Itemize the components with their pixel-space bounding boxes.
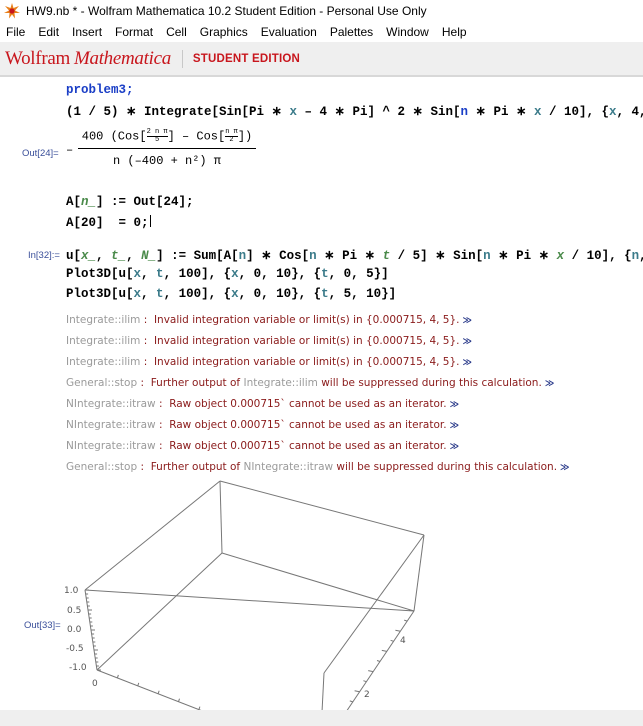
title-bar: HW9.nb * - Wolfram Mathematica 10.2 Stud… — [0, 0, 643, 22]
brand-divider — [181, 49, 183, 68]
z-tick-label: 0.0 — [67, 625, 82, 635]
axis-tick — [116, 674, 119, 679]
t-axis-ticks — [340, 609, 415, 712]
status-bar — [0, 710, 643, 726]
brand-bar: Wolfram Mathematica STUDENT EDITION — [0, 42, 643, 77]
menu-format[interactable]: Format — [115, 25, 153, 39]
z-tick-label: 1.0 — [64, 586, 79, 596]
axis-tick — [137, 682, 140, 687]
plot3d-box — [84, 480, 425, 712]
x-axis-ticks — [116, 674, 201, 710]
t-tick-label: 2 — [364, 690, 370, 700]
box-edge — [84, 589, 415, 612]
mathematica-spikey-icon — [4, 3, 20, 19]
box-edge — [96, 552, 223, 671]
brand-mathematica: Mathematica — [73, 47, 171, 69]
axis-tick — [349, 700, 353, 703]
z-axis-ticks — [85, 589, 101, 671]
axis-tick — [178, 698, 180, 702]
notebook-area[interactable]: problem3; (1 / 5) ∗ Integrate[Sin[Pi ∗ x… — [0, 78, 643, 712]
axis-tick — [404, 619, 408, 622]
menu-bar: File Edit Insert Format Cell Graphics Ev… — [0, 22, 643, 42]
box-edge — [221, 552, 415, 612]
axis-tick — [381, 649, 387, 652]
box-edge — [219, 480, 425, 536]
box-edge — [321, 672, 325, 712]
z-tick-label: 0.5 — [67, 606, 81, 616]
z-tick-label: -0.5 — [66, 644, 84, 654]
axis-tick — [390, 639, 394, 642]
t-tick-label: 4 — [400, 636, 406, 646]
box-edge — [96, 669, 206, 712]
box-edge — [323, 534, 425, 674]
menu-edit[interactable]: Edit — [38, 25, 59, 39]
menu-help[interactable]: Help — [442, 25, 467, 39]
z-tick-label: -1.0 — [69, 663, 87, 673]
menu-insert[interactable]: Insert — [72, 25, 102, 39]
menu-graphics[interactable]: Graphics — [200, 25, 248, 39]
axis-tick — [368, 670, 374, 673]
brand-wolfram: Wolfram — [5, 47, 70, 69]
plot3d-graphic[interactable]: 1.0 0.5 0.0 -0.5 -1.0 0 2 4 — [0, 78, 643, 712]
menu-cell[interactable]: Cell — [166, 25, 187, 39]
axis-tick — [376, 660, 381, 662]
menu-palettes[interactable]: Palettes — [330, 25, 373, 39]
axis-tick — [395, 629, 401, 632]
x-tick-label: 0 — [92, 679, 98, 689]
axis-tick — [354, 690, 360, 693]
brand-edition: STUDENT EDITION — [192, 52, 301, 65]
axis-tick — [157, 690, 160, 694]
window-title: HW9.nb * - Wolfram Mathematica 10.2 Stud… — [26, 4, 427, 18]
menu-window[interactable]: Window — [386, 25, 429, 39]
axis-tick — [363, 680, 367, 683]
box-edge — [219, 480, 223, 554]
menu-evaluation[interactable]: Evaluation — [261, 25, 317, 39]
menu-file[interactable]: File — [6, 25, 25, 39]
